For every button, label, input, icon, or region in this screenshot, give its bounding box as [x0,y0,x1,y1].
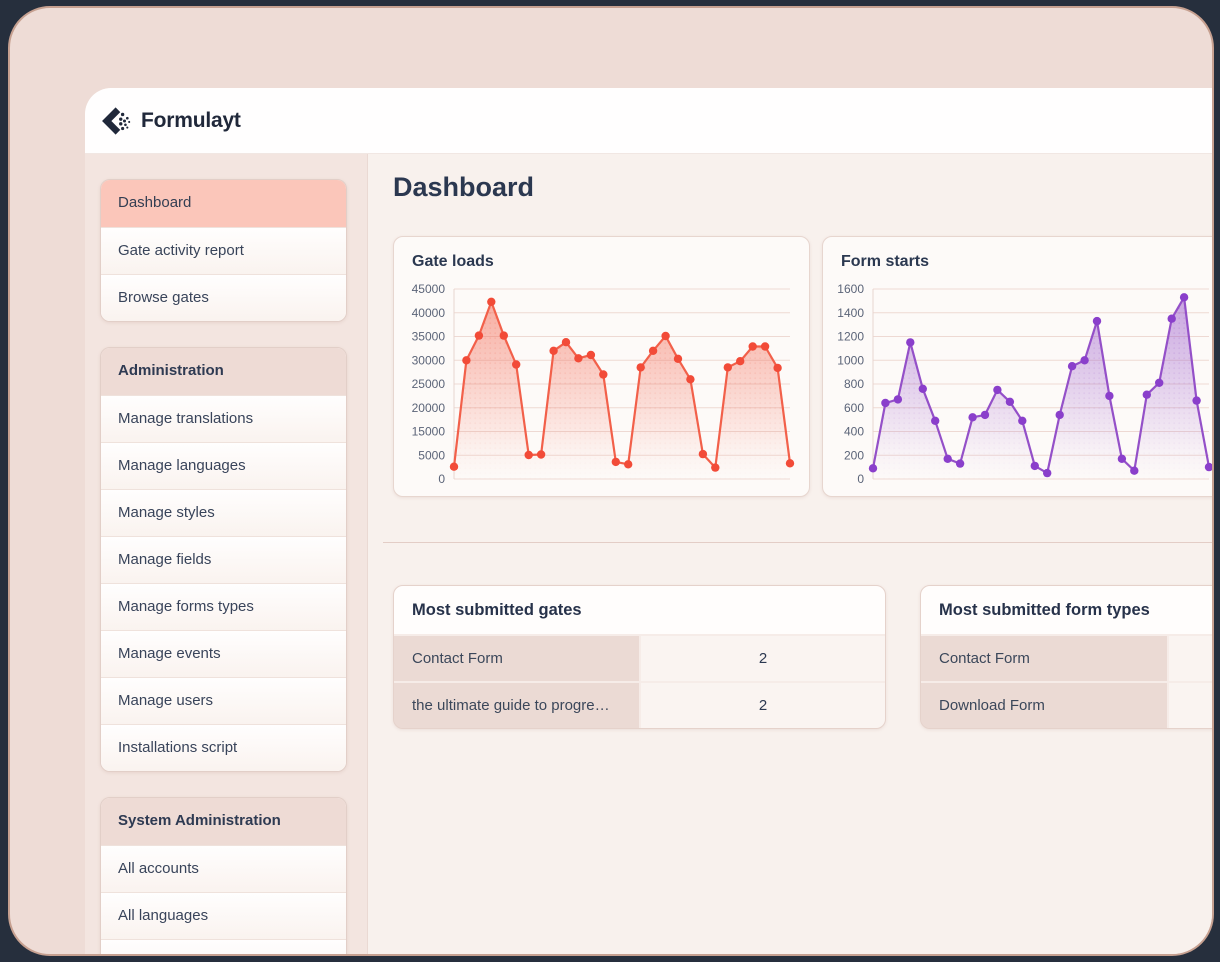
most-submitted-gates-card: Most submitted gatesContact Form2the ult… [393,585,886,729]
chart-title: Form starts [841,253,1214,271]
table-cell-value [1167,683,1214,728]
svg-text:0: 0 [438,472,445,486]
section-divider [383,542,1214,543]
sidebar-item-manage-translations[interactable]: Manage translations [101,395,346,442]
form-starts-card: Form starts 0 200 400 600 800 1000 1200 1400 1600 [822,236,1214,497]
sidebar-item-all-accounts[interactable]: All accounts [101,845,346,892]
sidebar-item-manage-users[interactable]: Manage users [101,677,346,724]
main-content: Dashboard Gate loads 0 5000 15000 20000 25000… [368,154,1214,956]
table-row: the ultimate guide to progre…2 [394,681,885,728]
svg-text:5000: 5000 [418,448,445,462]
svg-text:1200: 1200 [837,330,864,344]
table-cell-label: Contact Form [921,636,1167,681]
svg-text:40000: 40000 [412,306,446,320]
sidebar-group-header: System Administration [101,798,346,845]
sidebar-item-manage-languages[interactable]: Manage languages [101,442,346,489]
table-row: Contact Form [921,634,1214,681]
svg-text:600: 600 [844,401,864,415]
svg-text:1600: 1600 [837,282,864,296]
svg-text:20000: 20000 [412,401,446,415]
sidebar-item-installations-script[interactable]: Installations script [101,724,346,771]
svg-text:200: 200 [844,448,864,462]
table-cell-label: the ultimate guide to progre… [394,683,639,728]
app-window: Formulayt DashboardGate activity reportB… [85,88,1214,956]
svg-text:25000: 25000 [412,377,446,391]
sidebar-item-manage-forms-types[interactable]: Manage forms types [101,583,346,630]
svg-text:15000: 15000 [412,425,446,439]
charts-row: Gate loads 0 5000 15000 20000 25000 30000 35000… [393,236,1214,497]
chart-title: Gate loads [412,253,809,271]
sidebar-item-manage-fields[interactable]: Manage fields [101,536,346,583]
sidebar-group-main: DashboardGate activity reportBrowse gate… [100,179,347,322]
sidebar-item-dashboard[interactable]: Dashboard [101,180,346,227]
svg-text:45000: 45000 [412,282,446,296]
sidebar-item-browse-gates[interactable]: Browse gates [101,274,346,321]
svg-text:400: 400 [844,425,864,439]
table-row: Download Form [921,681,1214,728]
svg-text:1000: 1000 [837,353,864,367]
tables-row: Most submitted gatesContact Form2the ult… [393,585,1214,729]
svg-text:0: 0 [857,472,864,486]
svg-text:30000: 30000 [412,353,446,367]
sidebar-group-system-administration: System AdministrationAll accountsAll lan… [100,797,347,956]
brand-name: Formulayt [141,109,241,133]
most-submitted-form-types-card: Most submitted form typesContact FormDow… [920,585,1214,729]
gate-loads-chart: 0 5000 15000 20000 25000 30000 35000 40000 45000 [394,277,810,489]
sidebar-item-all-languages[interactable]: All languages [101,892,346,939]
brand-logo[interactable]: Formulayt [102,106,241,136]
table-cell-value [1167,636,1214,681]
sidebar-group-header: Administration [101,348,346,395]
sidebar-item-manage-events[interactable]: Manage events [101,630,346,677]
svg-text:1400: 1400 [837,306,864,320]
form-starts-chart: 0 200 400 600 800 1000 1200 1400 1600 [823,277,1214,489]
table-row: Contact Form2 [394,634,885,681]
sidebar-item-gate-activity-report[interactable]: Gate activity report [101,227,346,274]
sidebar-item-all-users[interactable]: All users [101,939,346,956]
sidebar: DashboardGate activity reportBrowse gate… [85,154,368,956]
gate-loads-card: Gate loads 0 5000 15000 20000 25000 30000 35000… [393,236,810,497]
chevron-dots-logo-icon [102,106,132,136]
table-title: Most submitted gates [394,586,885,634]
app-header: Formulayt [85,88,1214,154]
outer-frame: Formulayt DashboardGate activity reportB… [8,6,1214,956]
sidebar-group-administration: AdministrationManage translationsManage … [100,347,347,772]
table-cell-value: 2 [639,683,885,728]
table-cell-value: 2 [639,636,885,681]
table-cell-label: Contact Form [394,636,639,681]
svg-text:35000: 35000 [412,330,446,344]
table-title: Most submitted form types [921,586,1214,634]
sidebar-item-manage-styles[interactable]: Manage styles [101,489,346,536]
svg-text:800: 800 [844,377,864,391]
screenshot-root: Formulayt DashboardGate activity reportB… [0,0,1220,962]
table-cell-label: Download Form [921,683,1167,728]
page-title: Dashboard [393,172,534,203]
